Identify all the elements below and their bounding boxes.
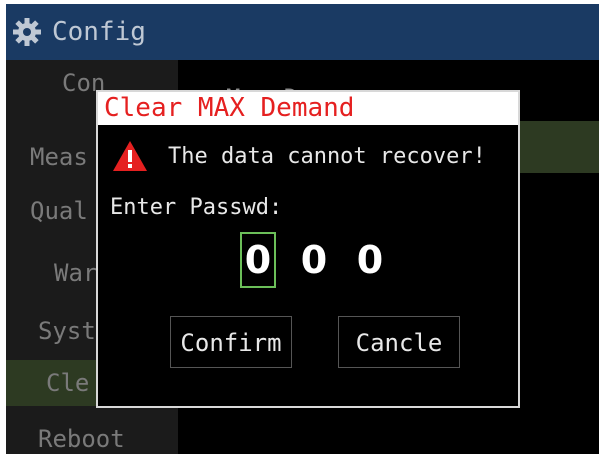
title-bar: Config (6, 4, 599, 60)
clear-max-demand-dialog: Clear MAX Demand The data cannot recover… (96, 90, 520, 408)
warning-text: The data cannot recover! (168, 144, 486, 169)
password-digit-3[interactable]: 0 (352, 232, 388, 288)
password-digit-2[interactable]: 0 (296, 232, 332, 288)
dialog-title: Clear MAX Demand (98, 92, 518, 125)
confirm-button[interactable]: Confirm (170, 316, 292, 368)
password-label: Enter Passwd: (110, 195, 283, 220)
page-title: Config (52, 17, 146, 47)
password-digit-1[interactable]: 0 (240, 232, 276, 288)
gear-icon (13, 18, 41, 46)
menu-item-reboot[interactable]: Reboot (6, 416, 210, 454)
warning-triangle-icon (113, 141, 147, 171)
cancel-button[interactable]: Cancle (338, 316, 460, 368)
config-screen: Config Con Meas Qual War Syst Cle Reboot… (6, 4, 599, 454)
